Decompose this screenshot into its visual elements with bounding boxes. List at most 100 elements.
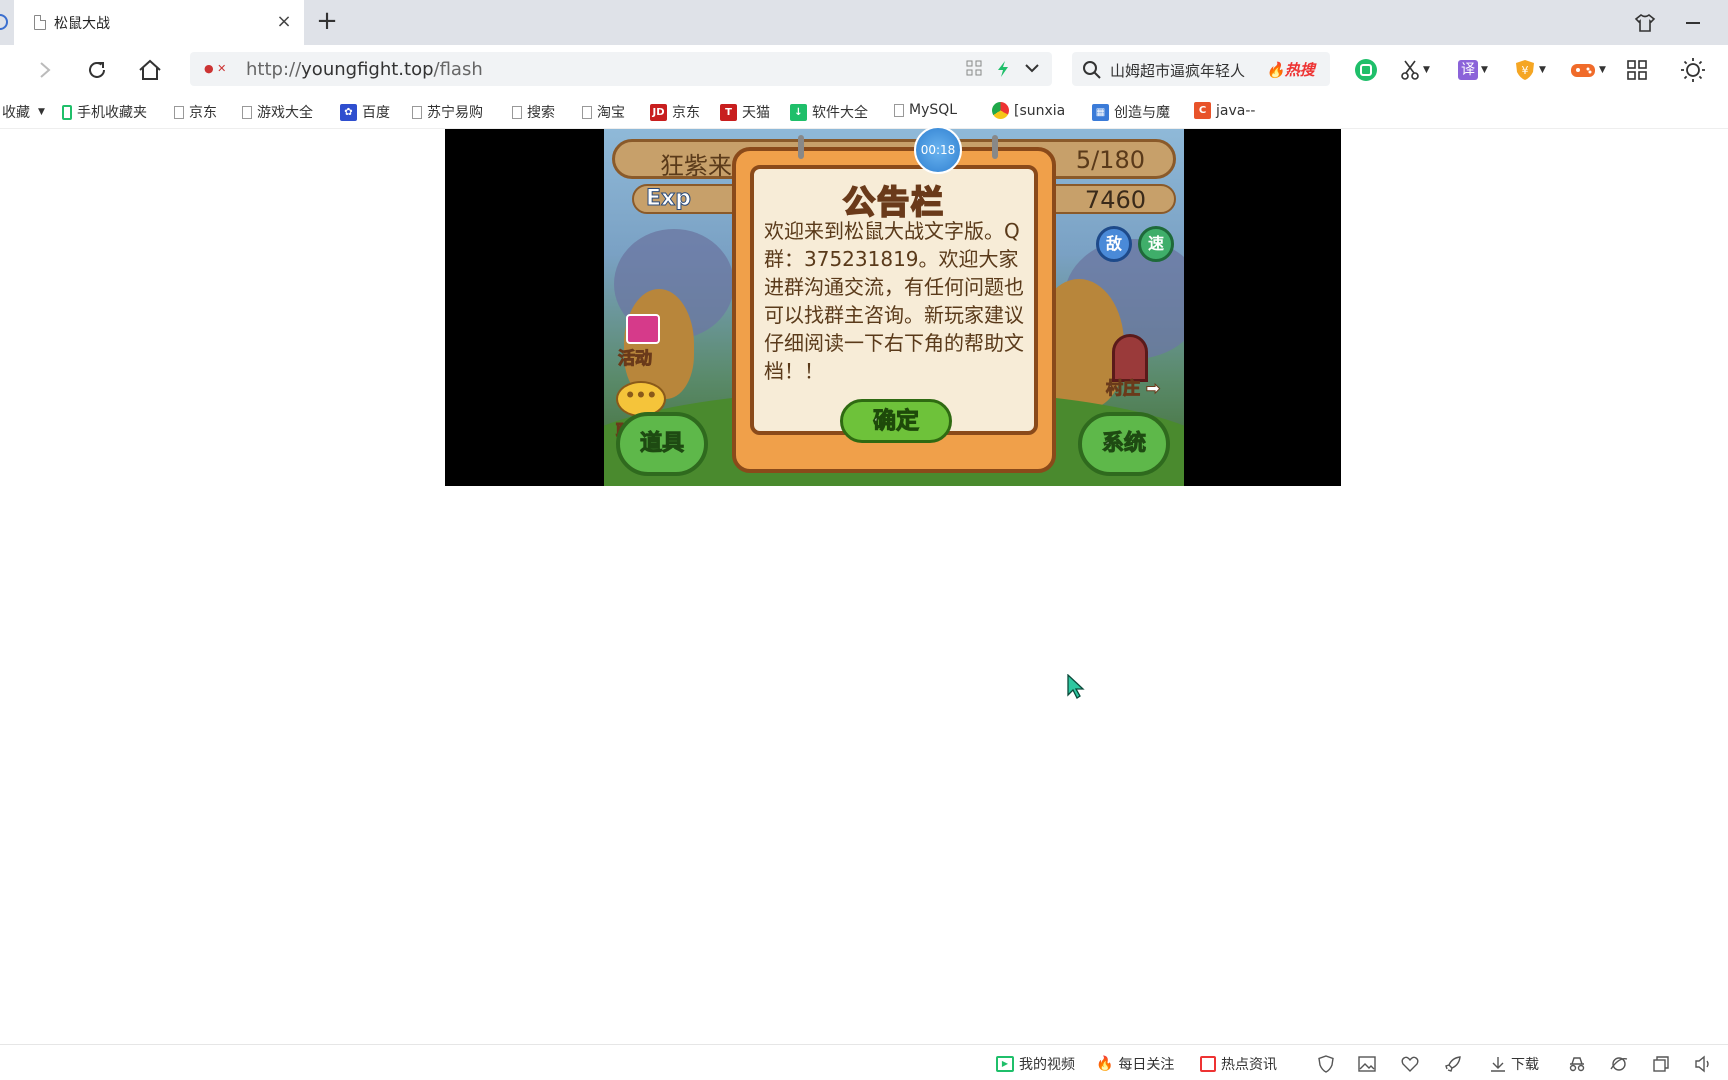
bookmark-suning[interactable]: 苏宁易购 [412,102,483,122]
qr-code-icon[interactable] [966,60,982,76]
download-icon [1491,1057,1505,1072]
apps-grid-button[interactable] [1626,57,1648,83]
page-icon [582,105,592,119]
forward-button[interactable] [32,57,58,83]
search-query[interactable]: 山姆超市逼疯年轻人 [1110,60,1245,81]
bookmark-label: 创造与魔 [1114,105,1170,121]
ie-compat-icon[interactable] [1610,1055,1628,1073]
enemy-button[interactable]: 敌 [1096,226,1132,262]
health-heart-icon[interactable] [1401,1055,1419,1073]
home-button[interactable] [137,57,163,83]
phone-icon [62,104,72,120]
system-button[interactable]: 系统 [1078,412,1170,476]
url-scheme: http:// [246,59,302,80]
download-button[interactable]: 下载 [1490,1054,1539,1074]
my-video-button[interactable]: ▶ 我的视频 [996,1054,1075,1074]
translate-button[interactable]: 译 ▼ [1458,57,1488,83]
url-text[interactable]: http://youngfight.top/flash [246,59,483,80]
minimize-button[interactable] [1686,22,1700,24]
green-extension-button[interactable] [1354,57,1378,83]
bookmark-search[interactable]: 搜索 [512,102,555,122]
village-label: 村庄 [1106,379,1141,400]
new-tab-button[interactable]: + [314,8,340,34]
bookmark-software[interactable]: ↓ 软件大全 [790,102,868,122]
volume-icon[interactable] [1694,1055,1712,1073]
screenshot-scissors-button[interactable]: ▼ [1400,57,1430,83]
speed-mode-icon[interactable] [996,60,1010,78]
page-icon [512,105,522,119]
bookmark-label: 百度 [362,105,390,121]
board-hook [798,135,804,159]
speed-button[interactable]: 速 [1138,226,1174,262]
bookmark-taobao[interactable]: 淘宝 [582,102,625,122]
bookmark-creation[interactable]: ▦ 创造与魔 [1092,102,1170,122]
tab-active[interactable]: 松鼠大战 × [14,0,304,45]
search-box[interactable]: 山姆超市逼疯年轻人 🔥热搜 [1072,52,1330,86]
address-bar[interactable]: ● ✕ http://youngfight.top/flash [190,52,1052,86]
bookmark-label: 收藏 [2,105,30,121]
bookmark-label: 京东 [672,105,700,121]
tab-close-button[interactable]: × [274,11,294,32]
shield-icon[interactable] [1317,1055,1335,1073]
bookmark-mysql[interactable]: MySQL [894,102,957,118]
daily-focus-button[interactable]: 🔥 每日关注 [1096,1054,1174,1074]
sun-icon [1681,58,1705,82]
reload-button[interactable] [84,57,110,83]
my-video-label: 我的视频 [1019,1057,1075,1073]
gamepad-icon [1571,64,1595,77]
bookmark-label: 搜索 [527,105,555,121]
skin-shirt-icon[interactable] [1634,13,1656,33]
url-host: youngfight.top [301,59,434,80]
arrow-right-icon: ➡ [1145,379,1161,400]
notice-text: 欢迎来到松鼠大战文字版。Q群：375231819。欢迎大家进群沟通交流，有任何问… [764,219,1024,383]
chrome-icon [992,102,1009,119]
bookmark-label: 京东 [189,105,217,121]
coupon-shield-button[interactable]: ¥ ▼ [1514,57,1546,83]
status-bar: ▶ 我的视频 🔥 每日关注 热点资讯 下载 [0,1044,1728,1080]
tmall-icon: T [720,103,737,121]
video-play-icon: ▶ [996,1056,1014,1072]
hot-news-button[interactable]: 热点资讯 [1200,1054,1277,1074]
bookmark-baidu[interactable]: ✿ 百度 [340,102,390,122]
village-button[interactable]: 村庄 ➡ [1106,374,1161,400]
chevron-down-icon[interactable] [1024,60,1040,76]
hot-news-label: 热点资讯 [1221,1057,1277,1073]
bookmark-label: [sunxia [1014,102,1066,119]
confirm-button[interactable]: 确定 [840,399,952,443]
rocket-icon[interactable] [1444,1055,1462,1073]
url-path: /flash [433,59,483,80]
bookmark-games[interactable]: 游戏大全 [242,102,313,122]
window-restore-icon[interactable] [1652,1055,1670,1073]
hot-search-text: 热搜 [1284,61,1315,79]
bookmark-jd[interactable]: 京东 [174,102,217,122]
game-center-button[interactable]: ▼ [1570,57,1606,83]
hot-search-label[interactable]: 🔥热搜 [1266,59,1315,80]
csdn-icon: C [1194,102,1211,119]
home-icon [139,59,161,80]
items-button[interactable]: 道具 [616,412,708,476]
incognito-icon[interactable] [1568,1055,1586,1073]
theme-toggle-button[interactable] [1680,57,1706,83]
bookmark-jd-2[interactable]: JD 京东 [650,102,700,122]
board-hook [992,135,998,159]
tab-title: 松鼠大战 [54,16,110,32]
bookmark-label: 苏宁易购 [427,105,483,121]
caret-down-icon: ▼ [1539,65,1546,75]
shield-coupon-icon: ¥ [1516,60,1534,80]
page-icon [34,15,46,30]
bookmarks-bar: 收藏 ▼ 手机收藏夹 京东 游戏大全 ✿ 百度 苏宁易购 搜索 淘宝 JD 京东 T天… [0,93,1728,129]
bookmark-java[interactable]: Cjava-- [1194,102,1255,119]
caret-down-icon: ▼ [38,107,45,117]
caret-down-icon: ▼ [1423,65,1430,75]
tab-strip: 松鼠大战 × + [0,0,1728,45]
bookmark-sunxia[interactable]: [sunxia [992,102,1065,119]
search-icon [1083,61,1101,79]
insecure-connection-icon[interactable]: ● ✕ [204,62,226,75]
bookmark-favorites[interactable]: 收藏 ▼ [2,102,45,122]
bookmark-mobile-favorites[interactable]: 手机收藏夹 [62,102,147,122]
image-icon[interactable] [1358,1055,1376,1073]
notice-board-panel: 公告栏 欢迎来到松鼠大战文字版。Q群：375231819。欢迎大家进群沟通交流，… [750,165,1038,435]
bookmark-tmall[interactable]: T 天猫 [720,102,770,122]
page-icon [412,105,422,119]
svg-text:¥: ¥ [1522,64,1529,77]
